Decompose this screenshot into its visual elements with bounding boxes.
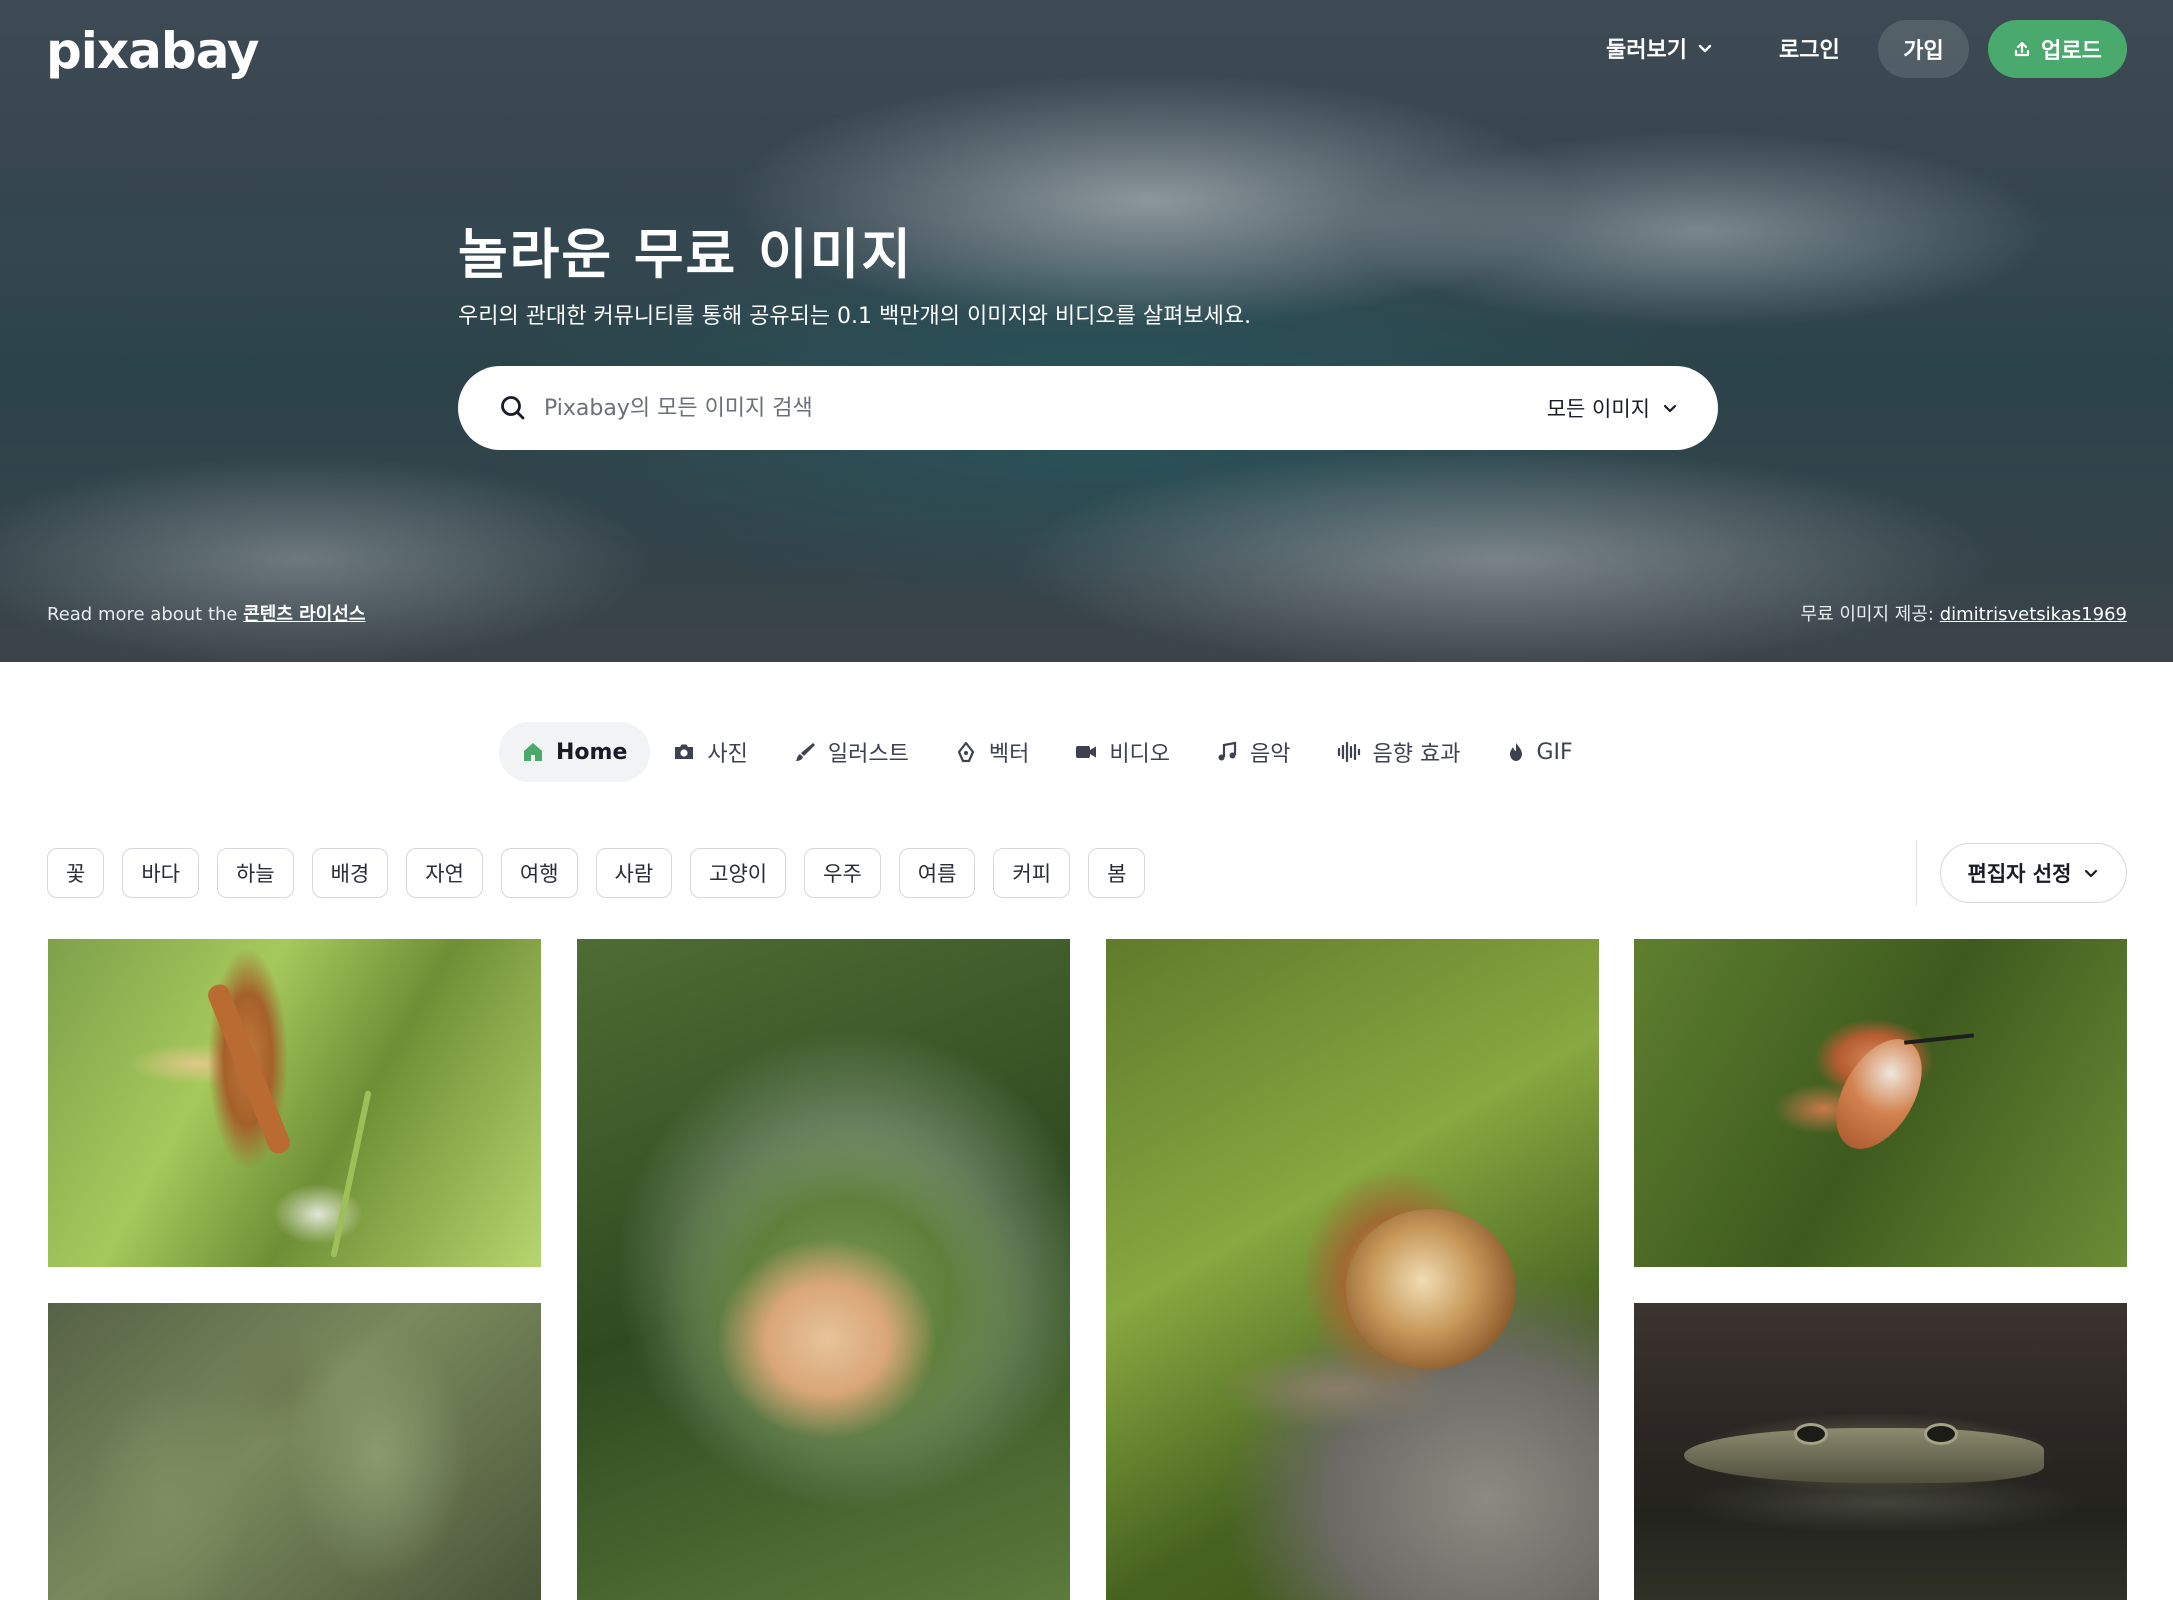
tag-chips: 꽃 바다 하늘 배경 자연 여행 사람 고양이 우주 여름 커피 봄 <box>47 848 1146 898</box>
search-icon[interactable] <box>498 393 528 423</box>
hero-banner: pixabay 둘러보기 로그인 가입 업로드 놀라운 무료 이미지 우리의 관… <box>0 0 2173 662</box>
sort-dropdown[interactable]: 편집자 선정 <box>1940 843 2127 903</box>
sort-label: 편집자 선정 <box>1967 862 2072 886</box>
chip-people[interactable]: 사람 <box>595 848 673 898</box>
login-link[interactable]: 로그인 <box>1779 32 1840 64</box>
browse-label: 둘러보기 <box>1606 38 1687 63</box>
sort-divider <box>1916 840 1917 906</box>
pen-nib-icon <box>957 741 974 763</box>
home-icon <box>524 743 542 761</box>
tab-sound-effects[interactable]: 음향 효과 <box>1314 722 1484 782</box>
tab-photos[interactable]: 사진 <box>650 722 770 782</box>
search-type-label: 모든 이미지 <box>1546 397 1650 421</box>
license-link[interactable]: 콘텐츠 라이선스 <box>243 604 365 625</box>
search-input[interactable] <box>544 388 1444 428</box>
sound-wave-icon <box>1337 741 1360 763</box>
gallery-image-hummingbird[interactable] <box>1634 939 2127 1267</box>
chip-travel[interactable]: 여행 <box>500 848 578 898</box>
chip-sky[interactable]: 하늘 <box>216 848 294 898</box>
chevron-down-icon <box>1698 44 1712 53</box>
bird-beak-shape <box>1903 1033 1975 1045</box>
tab-music[interactable]: 음악 <box>1193 722 1313 782</box>
gallery-image-crocodile[interactable] <box>1634 1303 2127 1600</box>
crocodile-head-shape <box>1684 1428 2044 1483</box>
chip-coffee[interactable]: 커피 <box>993 848 1071 898</box>
image-credit: 무료 이미지 제공: dimitrisvetsikas1969 <box>1801 600 2127 626</box>
chip-spring[interactable]: 봄 <box>1088 848 1146 898</box>
join-button[interactable]: 가입 <box>1878 20 1969 78</box>
join-label: 가입 <box>1903 39 1944 64</box>
gallery-image-insect[interactable] <box>48 939 541 1267</box>
chevron-down-icon <box>2085 869 2098 878</box>
chip-flower[interactable]: 꽃 <box>47 848 105 898</box>
tab-videos[interactable]: 비디오 <box>1052 722 1193 782</box>
snail-shell-shape <box>1346 1209 1516 1369</box>
license-note: Read more about the 콘텐츠 라이선스 <box>47 600 365 626</box>
upload-button[interactable]: 업로드 <box>1988 20 2127 78</box>
gallery-image-poppy-bud[interactable] <box>577 939 1070 1600</box>
crocodile-eye-shape <box>1924 1423 1958 1445</box>
gallery-image-snail[interactable] <box>1106 939 1599 1600</box>
category-tabs: Home 사진 일러스트 벡터 비디오 음악 음향 효과 GIF <box>499 722 1596 782</box>
license-prefix: Read more about the <box>47 604 238 625</box>
chip-space[interactable]: 우주 <box>804 848 881 898</box>
chip-nature[interactable]: 자연 <box>406 848 483 898</box>
gallery-image-succulent[interactable] <box>48 1303 541 1600</box>
tab-vectors[interactable]: 벡터 <box>932 722 1052 782</box>
chip-cat[interactable]: 고양이 <box>690 848 787 898</box>
hero-title: 놀라운 무료 이미지 <box>458 223 914 286</box>
tab-illustrations[interactable]: 일러스트 <box>771 722 932 782</box>
plant-stem <box>330 1090 372 1258</box>
tab-label: 음향 효과 <box>1372 742 1461 767</box>
chip-background[interactable]: 배경 <box>311 848 389 898</box>
hero-subtitle: 우리의 관대한 커뮤니티를 통해 공유되는 0.1 백만개의 이미지와 비디오를… <box>458 304 1252 329</box>
browse-menu-button[interactable]: 둘러보기 <box>1606 32 1713 64</box>
tab-label: Home <box>556 739 628 765</box>
chip-sea[interactable]: 바다 <box>122 848 199 898</box>
bird-shape <box>1818 1024 1940 1164</box>
search-type-dropdown[interactable]: 모든 이미지 <box>1547 393 1678 423</box>
tab-label: 벡터 <box>988 742 1030 767</box>
credit-prefix: 무료 이미지 제공: <box>1800 604 1934 625</box>
upload-label: 업로드 <box>2041 39 2102 64</box>
insect-shape <box>205 981 293 1157</box>
chip-summer[interactable]: 여름 <box>898 848 976 898</box>
flame-icon <box>1509 743 1522 761</box>
pixabay-logo[interactable]: pixabay <box>46 22 260 80</box>
credit-user-link[interactable]: dimitrisvetsikas1969 <box>1940 604 2127 625</box>
tab-label: 음악 <box>1250 742 1291 767</box>
tab-gif[interactable]: GIF <box>1484 722 1596 782</box>
chevron-down-icon <box>1663 404 1677 413</box>
crocodile-eye-shape <box>1794 1423 1828 1445</box>
tab-home[interactable]: Home <box>499 722 651 782</box>
music-note-icon <box>1218 741 1237 761</box>
video-icon <box>1076 746 1097 758</box>
search-bar: 모든 이미지 <box>458 366 1718 450</box>
tab-label: 사진 <box>707 742 748 767</box>
tab-label: GIF <box>1536 739 1573 765</box>
camera-icon <box>675 744 694 759</box>
upload-icon <box>2015 41 2030 57</box>
tab-label: 비디오 <box>1109 742 1171 767</box>
brush-icon <box>795 743 815 761</box>
tab-label: 일러스트 <box>827 742 909 767</box>
